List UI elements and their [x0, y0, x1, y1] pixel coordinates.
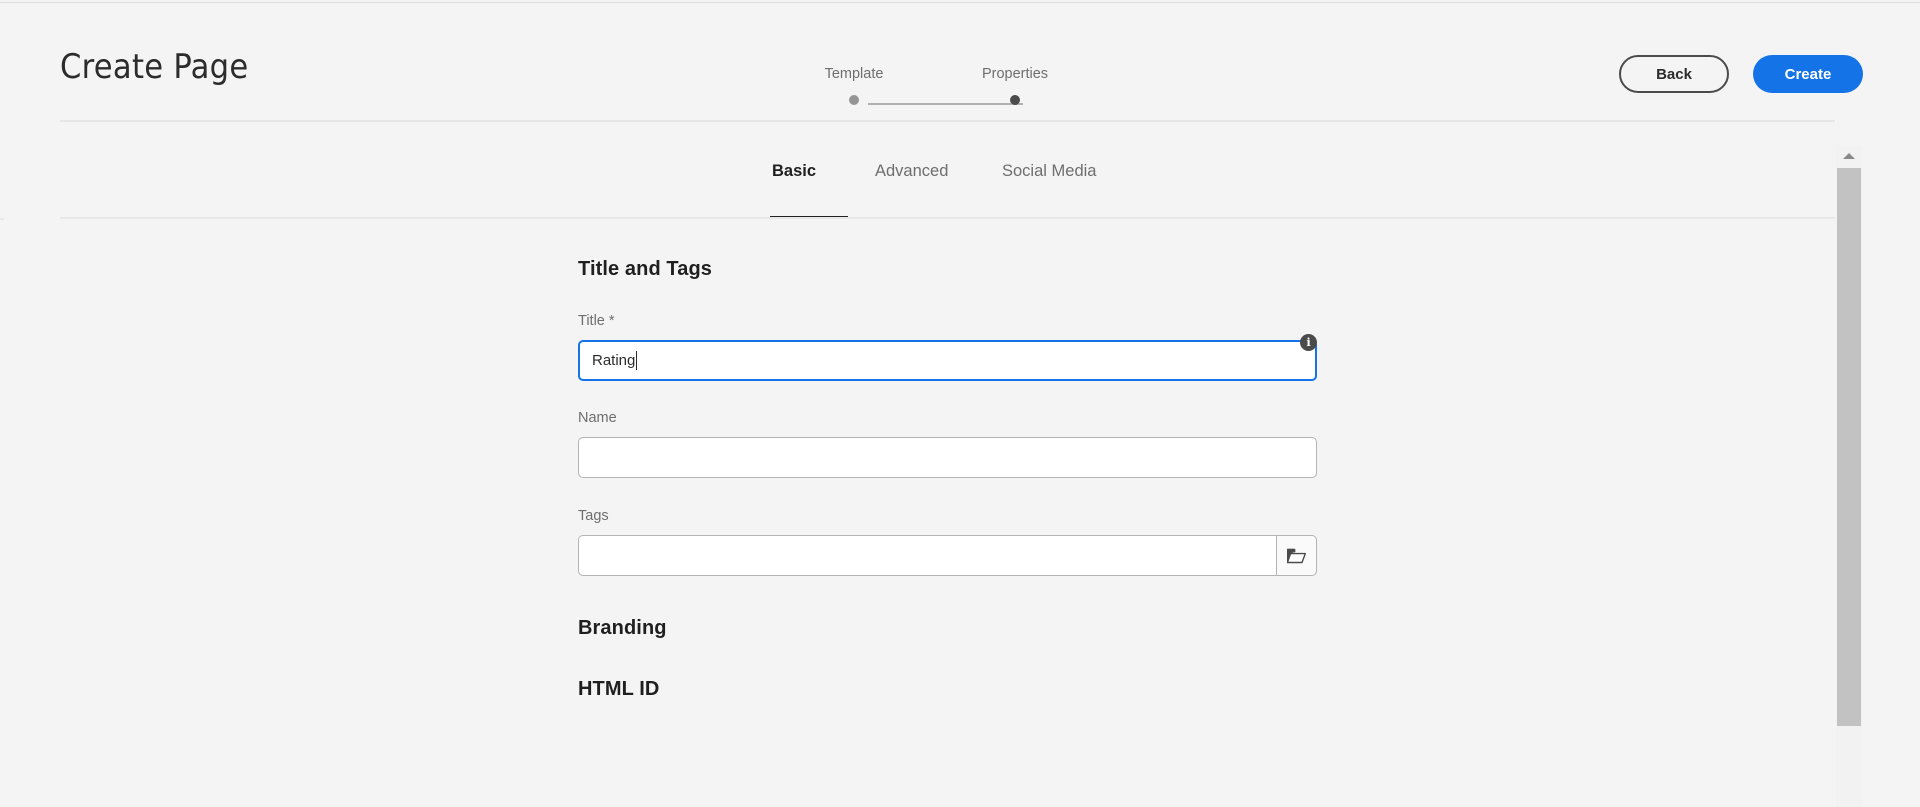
- back-button[interactable]: Back: [1619, 55, 1729, 93]
- tags-input[interactable]: [578, 535, 1276, 576]
- tab-basic[interactable]: Basic: [772, 160, 816, 182]
- header-divider: [60, 120, 1835, 122]
- stepper-step-template-label: Template: [824, 66, 884, 82]
- field-name: Name: [578, 409, 1317, 478]
- field-tags-label: Tags: [578, 508, 609, 524]
- section-heading-html-id: HTML ID: [578, 678, 660, 700]
- page-header: Create Page Template Properties Back Cre…: [0, 3, 1920, 120]
- name-input[interactable]: [578, 437, 1317, 478]
- stepper-step-properties-dot: [1010, 95, 1020, 105]
- stepper-step-template-dot: [849, 95, 859, 105]
- field-name-label: Name: [578, 410, 617, 426]
- field-title: i Title * Rating: [578, 312, 1317, 381]
- page-title: Create Page: [60, 47, 249, 87]
- tab-social-media[interactable]: Social Media: [1002, 160, 1096, 182]
- stepper-step-properties-label: Properties: [981, 66, 1049, 82]
- stepper-step-properties[interactable]: Properties: [975, 65, 1055, 105]
- text-caret: [636, 351, 638, 370]
- vertical-scrollbar[interactable]: [1836, 145, 1862, 807]
- scroll-up-button[interactable]: [1836, 145, 1862, 167]
- field-title-label: Title *: [578, 313, 615, 329]
- properties-form-panel: Title and Tags i Title * Rating Name Tag…: [0, 219, 1835, 807]
- field-tags: Tags: [578, 507, 1317, 576]
- section-heading-title-and-tags: Title and Tags: [578, 258, 713, 280]
- stepper-step-template[interactable]: Template: [818, 65, 890, 105]
- title-input[interactable]: Rating: [578, 340, 1317, 381]
- tab-advanced[interactable]: Advanced: [875, 160, 948, 182]
- scrollbar-thumb[interactable]: [1837, 168, 1861, 726]
- tags-browse-button[interactable]: [1276, 535, 1317, 576]
- tags-input-row: [578, 535, 1317, 576]
- folder-icon: [1287, 548, 1306, 563]
- section-heading-branding: Branding: [578, 617, 667, 639]
- info-icon[interactable]: i: [1300, 334, 1317, 351]
- scrollbar-track-bottom[interactable]: [1836, 726, 1862, 807]
- title-input-value: Rating: [592, 352, 636, 369]
- create-button[interactable]: Create: [1753, 55, 1863, 93]
- basic-properties-form: Title and Tags i Title * Rating Name Tag…: [578, 219, 1317, 701]
- properties-tab-bar: Basic Advanced Social Media: [0, 160, 1920, 219]
